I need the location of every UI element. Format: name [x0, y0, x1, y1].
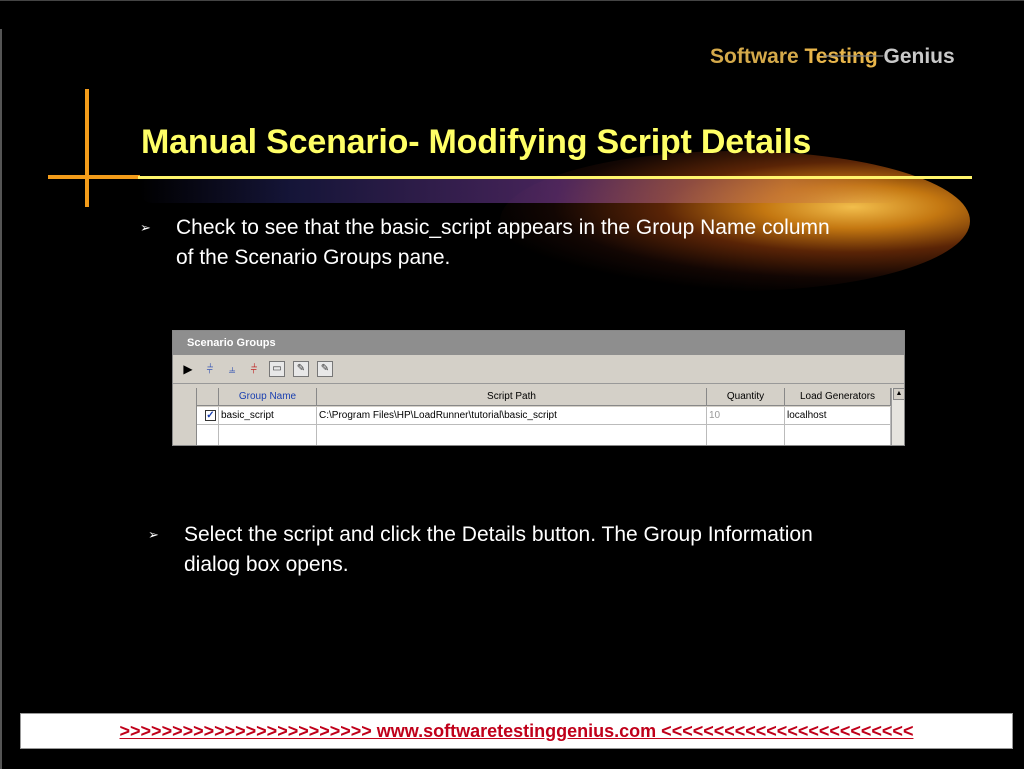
column-header-load-generators[interactable]: Load Generators [785, 388, 891, 406]
bullet-2-text: Select the script and click the Details … [184, 520, 813, 580]
bullet-2: ➢ Select the script and click the Detail… [148, 520, 998, 582]
decorative-streak [140, 177, 900, 203]
accent-horizontal-line [48, 175, 140, 179]
empty-row-cell [707, 425, 785, 445]
cell-load-generators[interactable]: localhost [785, 407, 891, 425]
column-header-script-path[interactable]: Script Path [317, 388, 707, 406]
bullet-1-text: Check to see that the basic_script appea… [176, 213, 830, 273]
bullet-1-line1: Check to see that the basic_script appea… [176, 216, 830, 239]
stop-vusers-icon[interactable]: ⫩ [245, 360, 263, 378]
vusers-icon[interactable]: ⫨ [223, 360, 241, 378]
slide-title: Manual Scenario- Modifying Script Detail… [141, 123, 812, 161]
column-header-group-name[interactable]: Group Name [219, 388, 317, 406]
logo-word-software: Software [710, 45, 805, 68]
logo-swoosh [816, 55, 884, 75]
edit-icon[interactable]: ✎ [317, 361, 333, 377]
title-underline [138, 176, 972, 179]
vertical-scrollbar[interactable]: ▲ [891, 388, 904, 445]
groups-grid: Group Name Script Path Quantity Load Gen… [173, 388, 904, 445]
cell-script-path[interactable]: C:\Program Files\HP\LoadRunner\tutorial\… [317, 407, 707, 425]
empty-row-cell [785, 425, 891, 445]
cell-group-name[interactable]: basic_script [219, 407, 317, 425]
empty-row-cell [219, 425, 317, 445]
bullet-2-line2: dialog box opens. [184, 553, 349, 576]
pane-toolbar: ▶ ⫩ ⫨ ⫩ ▭ ✎ ✎ [173, 355, 904, 384]
logo: Software Testing Genius [710, 45, 1010, 79]
column-header-quantity[interactable]: Quantity [707, 388, 785, 406]
row-header-column [173, 388, 197, 445]
scenario-groups-pane: Scenario Groups ▶ ⫩ ⫨ ⫩ ▭ ✎ ✎ Group Name… [172, 330, 905, 446]
delete-icon[interactable]: ▭ [269, 361, 285, 377]
bullet-1-line2: of the Scenario Groups pane. [176, 246, 451, 269]
bullet-arrow-icon: ➢ [140, 220, 151, 235]
cell-quantity[interactable]: 10 [707, 407, 785, 425]
scroll-up-icon[interactable]: ▲ [893, 388, 904, 400]
empty-row-cell [197, 425, 219, 445]
bullet-arrow-icon: ➢ [148, 527, 159, 542]
bullet-2-line1: Select the script and click the Details … [184, 523, 813, 546]
pane-title: Scenario Groups [173, 331, 904, 355]
slide: Software Testing Genius Manual Scenario-… [0, 0, 1024, 769]
logo-word-genius: Genius [877, 45, 955, 68]
footer-website-link[interactable]: >>>>>>>>>>>>>>>>>>>>>>>> www.softwaretes… [20, 713, 1013, 749]
details-icon[interactable]: ✎ [293, 361, 309, 377]
add-vusers-icon[interactable]: ⫩ [201, 360, 219, 378]
accent-vertical-line [85, 89, 89, 207]
checkbox-column-header [197, 388, 219, 406]
bullet-1: ➢ Check to see that the basic_script app… [140, 213, 1000, 275]
group-enabled-checkbox[interactable]: ✓ [205, 410, 216, 421]
play-icon[interactable]: ▶ [179, 360, 197, 378]
empty-row-cell [317, 425, 707, 445]
